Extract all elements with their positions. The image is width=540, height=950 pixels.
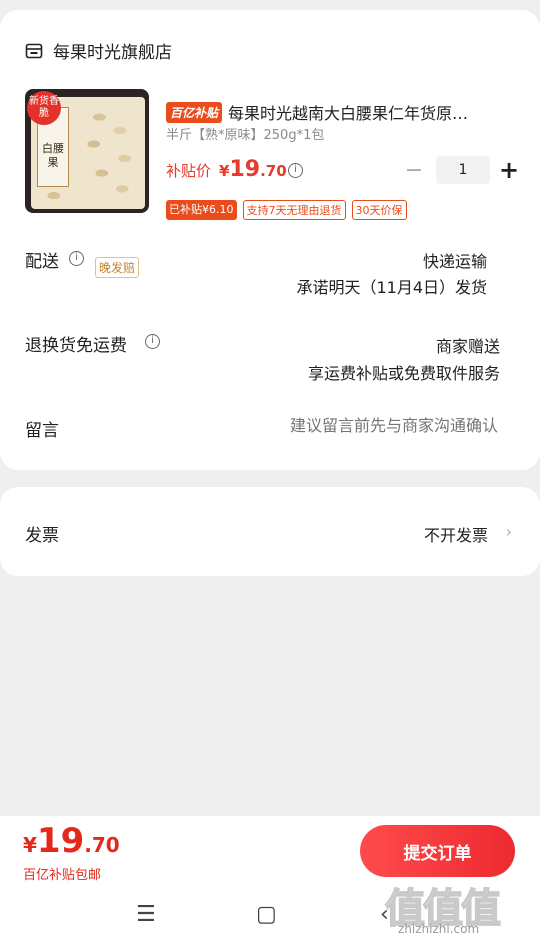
order-card: 每果时光旗舰店 白腰果 新货香脆 百亿补贴 每果时光越南大白腰果仁年货原… 半斤… — [0, 10, 540, 470]
invoice-label: 发票 — [25, 526, 59, 546]
return-policy-tag: 支持7天无理由退货 — [242, 200, 346, 220]
invoice-row[interactable]: 发票 不开发票 › — [0, 487, 540, 576]
late-ship-tag: 晚发赔 — [95, 257, 140, 278]
message-label: 留言 — [25, 421, 59, 441]
delivery-label: 配送 — [25, 252, 59, 272]
product-title-row[interactable]: 百亿补贴 每果时光越南大白腰果仁年货原… — [166, 100, 516, 124]
chevron-right-icon: › — [505, 522, 512, 541]
checkout-footer: ¥ 19 .70 百亿补贴包邮 提交订单 ☰ ▢ ‹ 值值值 zhizhizhi… — [0, 816, 540, 950]
increase-button[interactable]: + — [498, 156, 520, 184]
price-integer: 19 — [229, 157, 261, 182]
returns-line2: 享运费补贴或免费取件服务 — [307, 364, 500, 383]
delivery-promise: 承诺明天（11月4日）发货 — [296, 278, 487, 297]
delivery-method: 快递运输 — [422, 252, 487, 271]
total-integer: 19 — [36, 821, 85, 861]
product-title: 每果时光越南大白腰果仁年货原… — [228, 104, 469, 123]
subsidy-tag: 已补贴¥6.10 — [166, 200, 237, 220]
total-currency: ¥ — [23, 833, 37, 857]
price-label: 补贴价 — [166, 162, 212, 180]
product-image[interactable]: 白腰果 新货香脆 — [25, 89, 149, 213]
product-spec[interactable]: 半斤【熟*原味】250g*1包 — [166, 124, 324, 143]
returns-line1: 商家赠送 — [435, 337, 500, 356]
price-info-icon[interactable]: i — [288, 163, 303, 178]
price-protect-tag: 30天价保 — [351, 200, 407, 220]
total-subtitle: 百亿补贴包邮 — [23, 868, 102, 883]
watermark-url: zhizhizhi.com — [398, 922, 480, 936]
invoice-value: 不开发票 — [423, 526, 488, 545]
store-name: 每果时光旗舰店 — [53, 43, 172, 63]
quantity-stepper: − 1 + — [404, 156, 520, 184]
returns-info-icon[interactable]: i — [145, 334, 160, 349]
price-currency: ¥ — [219, 162, 230, 180]
menu-icon[interactable]: ☰ — [136, 902, 156, 927]
total-decimal: .70 — [84, 833, 120, 857]
submit-order-button[interactable]: 提交订单 — [360, 825, 515, 877]
decrease-button[interactable]: − — [404, 158, 424, 183]
store-header[interactable]: 每果时光旗舰店 — [25, 38, 172, 63]
message-input[interactable] — [238, 416, 498, 435]
quantity-value[interactable]: 1 — [436, 156, 490, 184]
promo-tags: 已补贴¥6.10 支持7天无理由退货 30天价保 — [166, 200, 413, 220]
home-icon[interactable]: ▢ — [256, 902, 277, 927]
product-image-badge: 新货香脆 — [27, 91, 61, 125]
total-price: ¥ 19 .70 — [23, 821, 120, 861]
bybt-tag: 百亿补贴 — [166, 101, 223, 123]
price-decimal: .70 — [260, 162, 287, 180]
returns-label: 退换货免运费 — [25, 336, 127, 356]
price-row: 补贴价 ¥ 19 .70 — [166, 157, 287, 182]
store-icon — [25, 43, 43, 58]
delivery-info-icon[interactable]: i — [69, 251, 84, 266]
